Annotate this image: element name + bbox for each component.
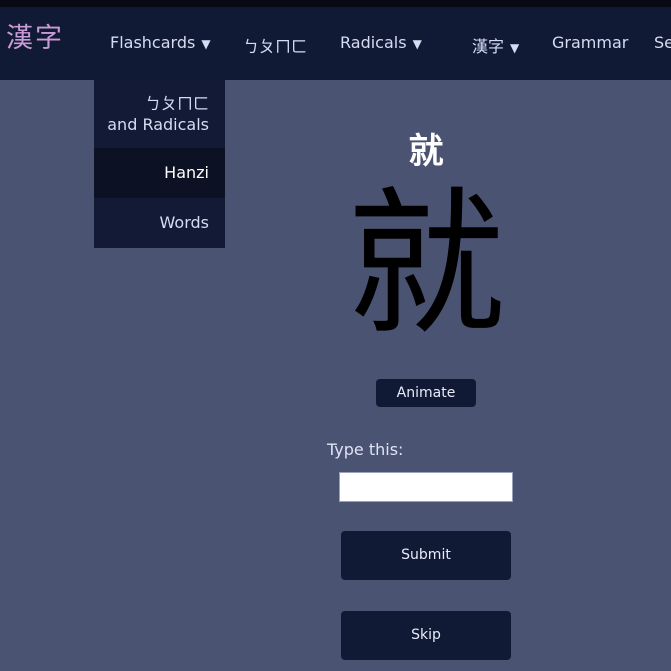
navbar: 漢字 Flashcards ▼ ㄅㄆㄇㄈ Radicals ▼ 漢字 ▼ Gramma… — [0, 7, 671, 80]
submit-button[interactable]: Submit — [341, 531, 511, 580]
dropdown-item-words[interactable]: Words — [94, 198, 225, 248]
animate-button[interactable]: Animate — [376, 379, 476, 407]
nav-flashcards[interactable]: Flashcards ▼ — [110, 33, 211, 52]
dropdown-item-radicals-line: and Radicals — [107, 115, 209, 134]
answer-input[interactable] — [339, 472, 513, 502]
top-strip — [0, 0, 671, 7]
nav-grammar-label: Grammar — [552, 33, 629, 52]
flashcards-dropdown-menu: ㄅㄆㄇㄈ and Radicals Hanzi Words — [94, 80, 225, 248]
chevron-down-icon: ▼ — [510, 41, 520, 55]
type-prompt-label: Type this: — [327, 440, 404, 459]
card-title: 就 — [408, 132, 444, 172]
nav-grammar[interactable]: Grammar — [552, 33, 628, 52]
nav-radicals-label: Radicals — [340, 33, 407, 52]
nav-hanzi-label: 漢字 — [472, 37, 505, 56]
nav-more[interactable]: Se — [654, 33, 671, 52]
nav-bopomofo[interactable]: ㄅㄆㄇㄈ — [243, 33, 307, 57]
skip-button[interactable]: Skip — [341, 611, 511, 660]
nav-hanzi[interactable]: 漢字 ▼ — [472, 33, 519, 57]
nav-more-label: Se — [654, 33, 671, 52]
dropdown-item-bopomofo-radicals[interactable]: ㄅㄆㄇㄈ and Radicals — [94, 80, 225, 148]
character-display: 就 — [347, 173, 505, 357]
site-logo[interactable]: 漢字 — [6, 16, 64, 55]
dropdown-item-bopomofo-line: ㄅㄆㄇㄈ — [144, 94, 209, 113]
nav-bopomofo-label: ㄅㄆㄇㄈ — [243, 37, 308, 56]
chevron-down-icon: ▼ — [412, 37, 422, 51]
dropdown-item-hanzi[interactable]: Hanzi — [94, 148, 225, 198]
chevron-down-icon: ▼ — [201, 37, 211, 51]
nav-flashcards-label: Flashcards — [110, 33, 196, 52]
nav-radicals[interactable]: Radicals ▼ — [340, 33, 422, 52]
